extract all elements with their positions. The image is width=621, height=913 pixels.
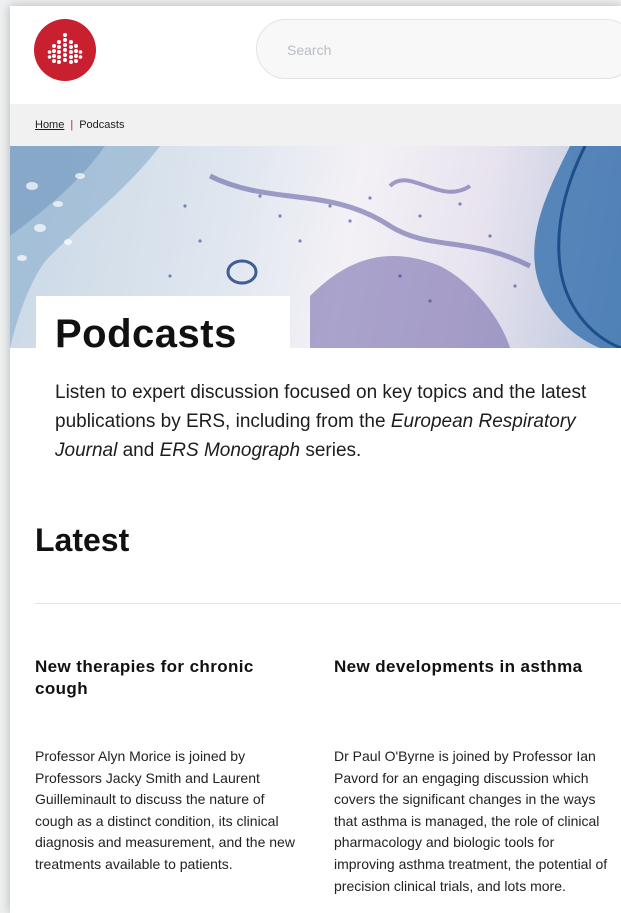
ers-logo-icon[interactable] (34, 19, 96, 81)
site-header (10, 6, 621, 104)
breadcrumb-home-link[interactable]: Home (35, 119, 64, 131)
latest-heading: Latest (35, 522, 130, 558)
section-divider (35, 603, 621, 604)
podcast-card-title[interactable]: New therapies for chronic cough (35, 656, 290, 700)
search-box[interactable] (256, 19, 621, 79)
intro-part-3: series. (300, 440, 362, 461)
lungs-dots-icon (47, 33, 83, 64)
breadcrumb-separator: | (70, 119, 74, 131)
intro-part-2: and (117, 440, 160, 461)
podcast-card-description: Professor Alyn Morice is joined by Profe… (35, 748, 295, 872)
breadcrumb: Home | Podcasts (10, 104, 621, 146)
page-title: Podcasts (55, 312, 237, 356)
breadcrumb-list: Home | Podcasts (35, 119, 124, 131)
podcast-card-title[interactable]: New developments in asthma (334, 656, 589, 678)
page: Home | Podcasts (10, 6, 621, 913)
podcast-card-description: Dr Paul O'Byrne is joined by Professor I… (334, 748, 608, 894)
intro-text: Listen to expert discussion focused on k… (55, 378, 621, 465)
breadcrumb-current: Podcasts (79, 119, 125, 131)
search-input[interactable] (285, 38, 589, 62)
intro-monograph-name: ERS Monograph (159, 440, 301, 461)
